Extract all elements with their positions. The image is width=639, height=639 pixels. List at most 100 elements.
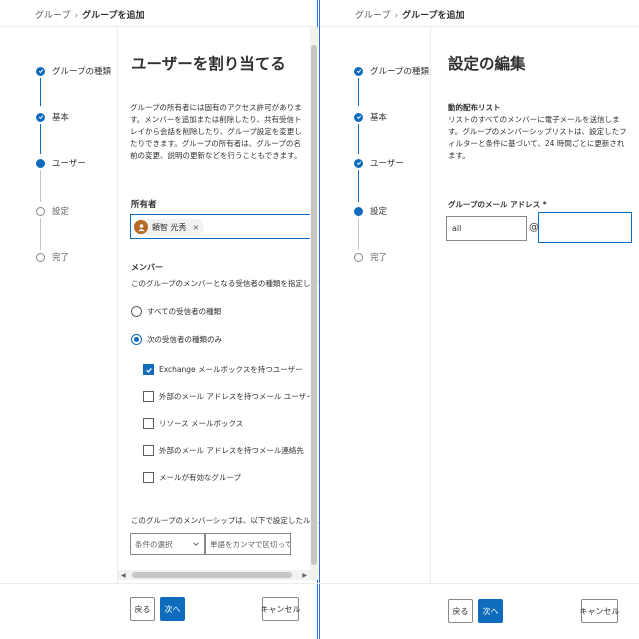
checkbox-label: メールが有効なグループ — [159, 473, 242, 482]
check-icon — [354, 158, 363, 168]
breadcrumb-current: グループを追加 — [82, 11, 145, 21]
condition-select[interactable]: 条件の選択 — [130, 533, 205, 555]
horizontal-scrollbar[interactable]: ◀ ▶ — [118, 570, 310, 580]
radio-label: すべての受信者の種類 — [147, 307, 222, 316]
scroll-right-icon[interactable]: ▶ — [302, 572, 307, 579]
step-group-type[interactable]: グループの種類 — [36, 64, 111, 78]
step-label: ユーザー — [370, 159, 404, 169]
breadcrumb: グループ › グループを追加 — [355, 8, 465, 21]
checkbox-resource-mailboxes[interactable]: リソース メールボックス — [143, 418, 243, 429]
remove-owner-icon[interactable]: × — [193, 223, 200, 232]
wizard-divider — [430, 27, 431, 583]
step-users[interactable]: ユーザー — [36, 156, 86, 170]
step-connector — [358, 78, 359, 106]
owner-name: 頼智 光秀 — [152, 222, 187, 232]
cancel-button[interactable]: キャンセル — [580, 599, 620, 623]
checkbox-label: 外部のメール アドレスを持つメール連絡先 — [159, 446, 304, 455]
avatar — [134, 220, 148, 234]
scroll-thumb[interactable] — [132, 572, 292, 578]
step-label: グループの種類 — [52, 67, 111, 77]
checkbox-label: リソース メールボックス — [159, 419, 244, 428]
person-icon — [137, 223, 145, 231]
step-label: 設定 — [52, 207, 70, 217]
breadcrumb-parent[interactable]: グループ — [355, 11, 390, 21]
step-finish: 完了 — [36, 250, 69, 264]
step-users[interactable]: ユーザー — [354, 156, 404, 170]
step-settings[interactable]: 設定 — [354, 204, 387, 218]
current-step-dot-icon — [354, 206, 363, 216]
breadcrumb-separator-icon: › — [74, 11, 79, 21]
check-icon — [354, 112, 363, 122]
step-label: 基本 — [370, 113, 388, 123]
step-connector — [358, 170, 359, 202]
footer-divider — [0, 583, 318, 584]
checkbox-checked-icon[interactable] — [143, 364, 154, 375]
members-label: メンバー — [131, 263, 163, 272]
next-button[interactable]: 次へ — [478, 599, 503, 623]
members-description: このグループのメンバーとなる受信者の種類を指定します。 — [131, 279, 333, 288]
checkbox-mail-enabled-groups[interactable]: メールが有効なグループ — [143, 472, 241, 483]
step-label: 完了 — [370, 253, 388, 263]
step-group-type[interactable]: グループの種類 — [354, 64, 429, 78]
radio-only-recipient-types[interactable]: 次の受信者の種類のみ — [131, 334, 222, 345]
checkbox-exchange-mailbox-users[interactable]: Exchange メールボックスを持つユーザー — [143, 364, 303, 375]
owners-label: 所有者 — [131, 200, 157, 210]
next-button[interactable]: 次へ — [160, 597, 185, 621]
page-title: ユーザーを割り当てる — [131, 55, 286, 73]
condition-select-value: 条件の選択 — [135, 539, 173, 549]
checkbox-label: 外部のメール アドレスを持つメール ユーザー — [159, 392, 314, 401]
check-icon — [354, 66, 363, 76]
breadcrumb-current: グループを追加 — [402, 11, 465, 21]
step-connector — [40, 78, 41, 106]
cancel-button[interactable]: キャンセル — [261, 597, 301, 621]
owners-description: グループの所有者には固有のアクセス許可があります。メンバーを追加または削除したり… — [130, 103, 302, 160]
list-type-description: リストのすべてのメンバーに電子メールを送信します。グループのメンバーシップリスト… — [448, 115, 627, 160]
page-title: 設定の編集 — [448, 55, 526, 73]
checkbox-mail-users[interactable]: 外部のメール アドレスを持つメール ユーザー — [143, 391, 314, 402]
back-button[interactable]: 戻る — [448, 599, 473, 623]
checkbox-unchecked-icon[interactable] — [143, 472, 154, 483]
step-connector — [40, 124, 41, 154]
step-label: 設定 — [370, 207, 388, 217]
breadcrumb: グループ › グループを追加 — [35, 8, 145, 21]
checkbox-unchecked-icon[interactable] — [143, 391, 154, 402]
step-label: ユーザー — [52, 159, 86, 169]
check-icon — [36, 112, 45, 122]
radio-all-recipient-types[interactable]: すべての受信者の種類 — [131, 306, 221, 317]
check-icon — [36, 66, 45, 76]
breadcrumb-separator-icon: › — [394, 11, 399, 21]
radio-off-icon[interactable] — [131, 306, 142, 317]
step-connector — [40, 218, 41, 250]
email-alias-input[interactable]: all — [446, 216, 527, 241]
step-basics[interactable]: 基本 — [354, 110, 387, 124]
list-type-label: 動的配布リスト — [448, 103, 501, 112]
scroll-thumb[interactable] — [311, 45, 317, 565]
rule-values-input[interactable]: 単語をカンマで区切って入力してく... — [205, 533, 291, 555]
group-email-label: グループのメール アドレス * — [448, 200, 547, 209]
step-connector — [358, 218, 359, 250]
step-settings: 設定 — [36, 204, 69, 218]
chevron-down-icon — [193, 542, 199, 546]
empty-step-dot-icon — [36, 252, 45, 262]
footer-divider — [319, 583, 639, 584]
vertical-scrollbar[interactable] — [310, 27, 318, 580]
step-basics[interactable]: 基本 — [36, 110, 69, 124]
radio-label: 次の受信者の種類のみ — [147, 335, 222, 344]
email-domain-select[interactable] — [538, 212, 632, 243]
radio-on-icon[interactable] — [131, 334, 142, 345]
breadcrumb-parent[interactable]: グループ — [35, 11, 70, 21]
step-finish: 完了 — [354, 250, 387, 264]
checkbox-mail-contacts[interactable]: 外部のメール アドレスを持つメール連絡先 — [143, 445, 304, 456]
empty-step-dot-icon — [36, 206, 45, 216]
owners-picker[interactable]: 頼智 光秀 × — [130, 214, 315, 239]
checkbox-unchecked-icon[interactable] — [143, 418, 154, 429]
back-button[interactable]: 戻る — [130, 597, 155, 621]
checkbox-unchecked-icon[interactable] — [143, 445, 154, 456]
step-label: 基本 — [52, 113, 70, 123]
scroll-left-icon[interactable]: ◀ — [121, 572, 126, 579]
step-label: グループの種類 — [370, 67, 429, 77]
wizard-divider — [117, 27, 118, 583]
right-panel-edit-settings: グループ › グループを追加 — [319, 0, 639, 639]
step-connector — [40, 170, 41, 202]
owner-chip[interactable]: 頼智 光秀 × — [134, 219, 205, 235]
